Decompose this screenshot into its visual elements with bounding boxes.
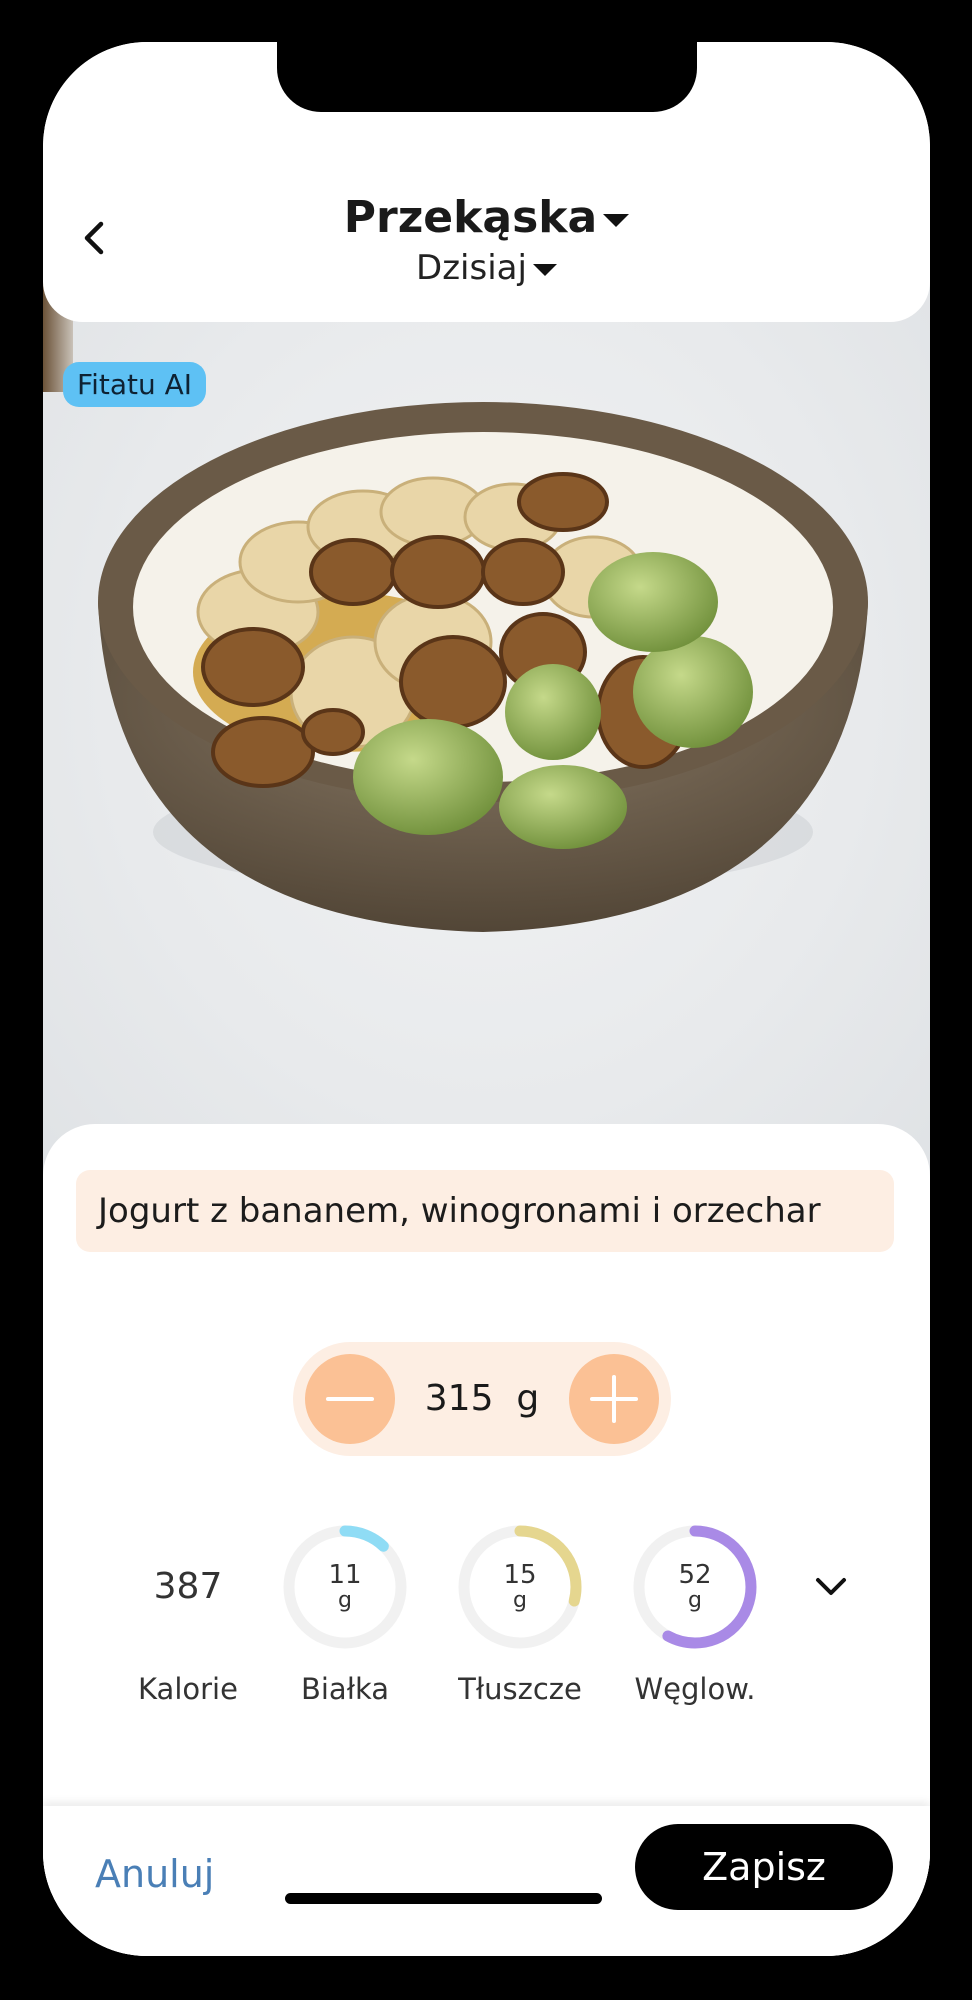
- ai-badge: Fitatu AI: [63, 362, 207, 407]
- carbs-value: 52: [678, 1560, 712, 1590]
- plus-icon: [590, 1375, 638, 1423]
- meal-type-selector[interactable]: Przekąska: [43, 192, 930, 243]
- meal-name-input[interactable]: Jogurt z bananem, winogronami i orzechar: [76, 1170, 894, 1252]
- portion-unit: g: [516, 1378, 540, 1419]
- save-button[interactable]: Zapisz: [635, 1824, 893, 1910]
- home-indicator[interactable]: [285, 1893, 602, 1904]
- caret-down-icon: [603, 213, 630, 227]
- cancel-button[interactable]: Anuluj: [95, 1852, 214, 1896]
- protein-label: Białka: [300, 1672, 390, 1706]
- increase-button[interactable]: [569, 1354, 659, 1444]
- protein-ring: 11 g: [282, 1524, 408, 1650]
- portion-amount[interactable]: 315 g: [395, 1342, 569, 1456]
- fat-value: 15: [503, 1560, 537, 1590]
- device-notch: [277, 42, 697, 112]
- minus-icon: [326, 1397, 374, 1401]
- fat-stat: 15 g Tłuszcze: [450, 1524, 590, 1706]
- fat-label: Tłuszcze: [458, 1672, 582, 1706]
- carbs-label: Węglow.: [634, 1672, 756, 1706]
- caret-down-icon: [532, 263, 557, 276]
- fat-unit: g: [513, 1588, 527, 1613]
- meal-type-label: Przekąska: [343, 192, 598, 243]
- chevron-down-icon[interactable]: [813, 1574, 849, 1598]
- protein-stat: 11 g Białka: [275, 1524, 415, 1706]
- date-selector[interactable]: Dzisiaj: [43, 248, 930, 288]
- phone-screen: Fitatu AI Przekąska Dzisiaj Jogurt z ban…: [43, 42, 930, 1956]
- calories-stat: 387 Kalorie: [118, 1524, 258, 1706]
- protein-value: 11: [328, 1560, 362, 1590]
- fat-ring: 15 g: [457, 1524, 583, 1650]
- carbs-stat: 52 g Węglow.: [625, 1524, 765, 1706]
- yogurt-bowl-illustration: [98, 402, 868, 932]
- date-label: Dzisiaj: [416, 248, 527, 288]
- meal-photo: [43, 272, 930, 1192]
- carbs-ring: 52 g: [632, 1524, 758, 1650]
- protein-unit: g: [338, 1588, 352, 1613]
- portion-stepper: 315 g: [293, 1342, 671, 1456]
- action-bar: Anuluj Zapisz: [43, 1806, 930, 1956]
- calories-value: 387: [153, 1566, 223, 1607]
- carbs-unit: g: [688, 1588, 702, 1613]
- decrease-button[interactable]: [305, 1354, 395, 1444]
- calories-label: Kalorie: [138, 1672, 238, 1706]
- portion-value: 315: [424, 1378, 494, 1419]
